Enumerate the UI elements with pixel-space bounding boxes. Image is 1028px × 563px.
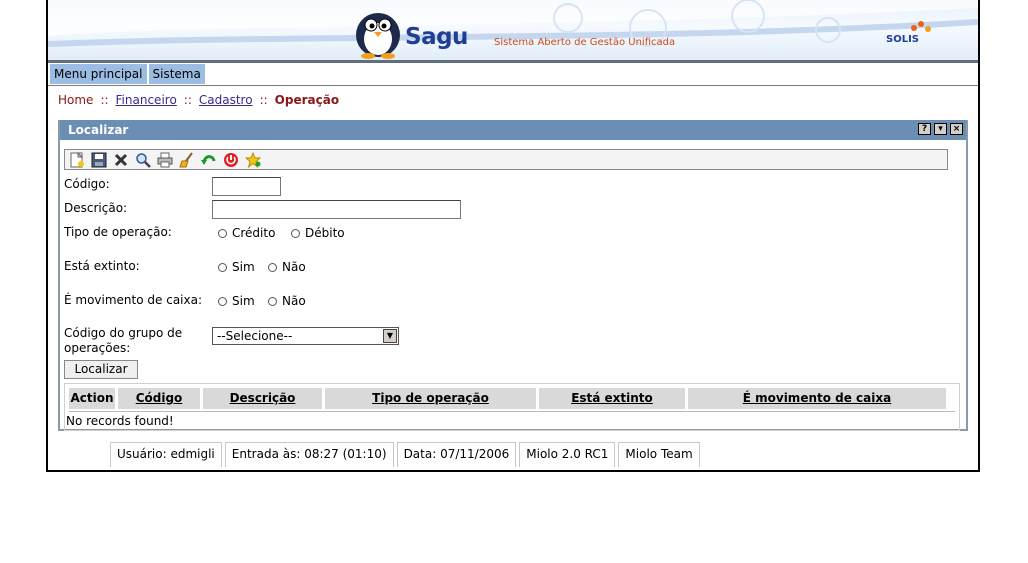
breadcrumb-separator: :: bbox=[259, 93, 268, 107]
minimize-button[interactable]: ▾ bbox=[934, 123, 947, 135]
results-grid: Action Código Descrição Tipo de operação… bbox=[64, 383, 960, 431]
radio-circle[interactable] bbox=[268, 262, 277, 272]
menu-item-sistema[interactable]: Sistema bbox=[148, 64, 205, 84]
panel-title: Localizar bbox=[60, 120, 966, 140]
codigo-label: Código: bbox=[64, 177, 110, 191]
grupo-operacoes-select[interactable]: --Selecione-- ▼ bbox=[212, 327, 399, 345]
grid-empty-message: No records found! bbox=[66, 414, 174, 428]
status-data: Data: 07/11/2006 bbox=[396, 442, 517, 467]
sort-link[interactable]: Código bbox=[136, 391, 183, 405]
grupo-operacoes-selected-value: --Selecione-- bbox=[217, 329, 293, 343]
breadcrumb-financeiro[interactable]: Financeiro bbox=[116, 93, 177, 107]
app-window: Sagu Sistema Aberto de Gestão Unificada … bbox=[46, 0, 980, 472]
banner-tagline: Sistema Aberto de Gestão Unificada bbox=[494, 37, 676, 48]
extinto-label: Está extinto: bbox=[64, 259, 140, 273]
breadcrumb-current: Operação bbox=[274, 93, 340, 107]
save-icon[interactable] bbox=[91, 152, 107, 168]
close-button[interactable]: × bbox=[950, 123, 963, 135]
breadcrumb-home[interactable]: Home bbox=[58, 93, 93, 107]
breadcrumb: Home:: Financeiro:: Cadastro:: Operação bbox=[58, 93, 339, 107]
radio-circle[interactable] bbox=[218, 262, 227, 272]
penguin-logo-icon bbox=[356, 13, 400, 59]
radio-circle[interactable] bbox=[268, 296, 277, 306]
localizar-button[interactable]: Localizar bbox=[64, 360, 138, 379]
favorite-icon[interactable] bbox=[245, 151, 261, 168]
header-banner: Sagu Sistema Aberto de Gestão Unificada … bbox=[48, 0, 978, 60]
extinto-nao-label: Não bbox=[282, 260, 306, 274]
codigo-input[interactable] bbox=[212, 177, 281, 196]
sort-link[interactable]: É movimento de caixa bbox=[743, 391, 891, 405]
tipo-operacao-label: Tipo de operação: bbox=[64, 225, 172, 239]
column-header-tipo[interactable]: Tipo de operação bbox=[325, 388, 536, 409]
breadcrumb-separator: :: bbox=[100, 93, 109, 107]
sort-link[interactable]: Tipo de operação bbox=[372, 391, 489, 405]
caixa-nao-label: Não bbox=[282, 294, 306, 308]
banner-swoosh bbox=[48, 0, 978, 47]
logo-text: Sagu bbox=[405, 24, 468, 50]
column-header-caixa[interactable]: É movimento de caixa bbox=[688, 388, 946, 409]
status-team: Miolo Team bbox=[618, 442, 700, 467]
caixa-sim-radio[interactable]: Sim bbox=[218, 294, 255, 308]
column-header-descricao[interactable]: Descrição bbox=[203, 388, 322, 409]
tipo-credito-radio[interactable]: Crédito bbox=[218, 226, 275, 240]
menu-separator bbox=[48, 85, 978, 86]
extinto-nao-radio[interactable]: Não bbox=[268, 260, 306, 274]
sort-link[interactable]: Está extinto bbox=[571, 391, 653, 405]
solis-logo: SOLIS bbox=[886, 34, 919, 45]
exit-icon[interactable] bbox=[223, 152, 239, 168]
grupo-operacoes-label-line1: Código do grupo de bbox=[64, 326, 183, 340]
extinto-sim-label: Sim bbox=[232, 260, 255, 274]
top-menu: Menu principal Sistema bbox=[50, 64, 207, 84]
grid-header: Action Código Descrição Tipo de operação… bbox=[69, 388, 955, 409]
help-button[interactable]: ? bbox=[918, 123, 931, 135]
caixa-sim-label: Sim bbox=[232, 294, 255, 308]
column-header-extinto[interactable]: Está extinto bbox=[539, 388, 685, 409]
new-icon[interactable] bbox=[69, 151, 85, 168]
chevron-down-icon[interactable]: ▼ bbox=[383, 329, 397, 343]
descricao-input[interactable] bbox=[212, 200, 461, 219]
tipo-credito-label: Crédito bbox=[232, 226, 276, 240]
radio-circle[interactable] bbox=[218, 228, 227, 238]
column-header-codigo[interactable]: Código bbox=[118, 388, 200, 409]
status-versao: Miolo 2.0 RC1 bbox=[519, 442, 616, 467]
delete-icon[interactable] bbox=[113, 152, 129, 168]
localizar-panel: Localizar ? ▾ × Código: Descrição: Tipo … bbox=[58, 120, 968, 431]
breadcrumb-cadastro[interactable]: Cadastro bbox=[199, 93, 253, 107]
radio-circle[interactable] bbox=[291, 228, 300, 238]
status-usuario: Usuário: edmigli bbox=[110, 442, 222, 467]
status-bar: Usuário: edmigli Entrada às: 08:27 (01:1… bbox=[110, 442, 703, 467]
tipo-debito-label: Débito bbox=[305, 226, 345, 240]
tipo-debito-radio[interactable]: Débito bbox=[291, 226, 345, 240]
banner-separator bbox=[48, 60, 978, 63]
sort-link[interactable]: Descrição bbox=[230, 391, 296, 405]
caixa-nao-radio[interactable]: Não bbox=[268, 294, 306, 308]
movimento-caixa-label: É movimento de caixa: bbox=[64, 293, 202, 307]
print-icon[interactable] bbox=[157, 152, 173, 168]
search-icon[interactable] bbox=[135, 152, 151, 168]
clear-icon[interactable] bbox=[179, 151, 195, 168]
breadcrumb-separator: :: bbox=[183, 93, 192, 107]
radio-circle[interactable] bbox=[218, 296, 227, 306]
toolbar bbox=[64, 149, 948, 170]
status-entrada: Entrada às: 08:27 (01:10) bbox=[224, 442, 394, 467]
menu-item-principal[interactable]: Menu principal bbox=[50, 64, 147, 84]
descricao-label: Descrição: bbox=[64, 201, 128, 215]
back-icon[interactable] bbox=[201, 152, 217, 168]
column-header-action: Action bbox=[69, 388, 115, 409]
extinto-sim-radio[interactable]: Sim bbox=[218, 260, 255, 274]
grupo-operacoes-label-line2: operações: bbox=[64, 341, 131, 355]
